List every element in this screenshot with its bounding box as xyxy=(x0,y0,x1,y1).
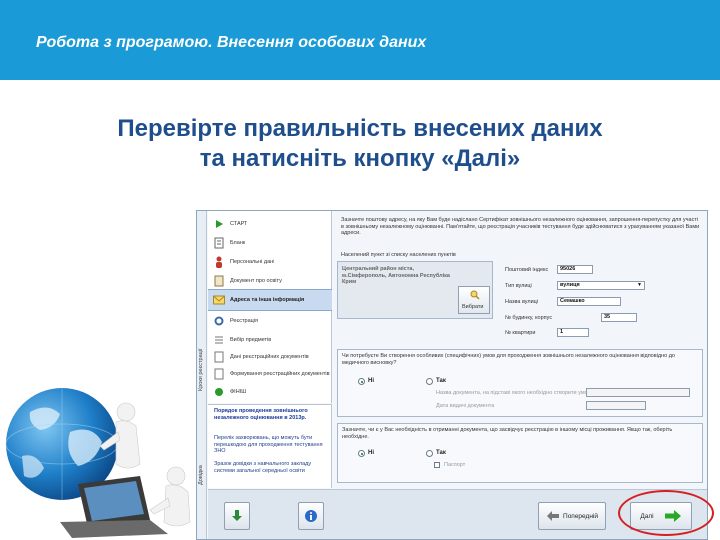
envelope-icon xyxy=(212,293,226,307)
settlement-select-label: Населений пункт зі списку населених пунк… xyxy=(341,252,456,258)
gear-icon xyxy=(212,314,226,328)
slide-header: Робота з програмою. Внесення особових да… xyxy=(0,0,720,80)
nav-item-label: СТАРТ xyxy=(230,220,248,227)
vertical-strip: Кроки реєстрації Довідка xyxy=(197,211,207,539)
passport-checkbox[interactable] xyxy=(434,462,440,468)
document-icon xyxy=(212,274,226,288)
finish-icon xyxy=(212,385,226,399)
vertical-label-steps: Кроки реєстрації xyxy=(198,348,204,391)
nav-item-label: Бланк xyxy=(230,239,246,246)
residence-yes-radio[interactable] xyxy=(426,450,433,457)
chevron-down-icon: ▼ xyxy=(637,282,642,288)
main-form: Зазначте поштову адресу, на яку Вам буде… xyxy=(333,211,707,489)
residence-yes-label: Так xyxy=(436,450,446,456)
street-type-select[interactable]: вулиця ▼ xyxy=(557,281,645,290)
list-icon xyxy=(212,333,226,347)
globe-people-illustration xyxy=(5,388,191,538)
special-conditions-yes-radio[interactable] xyxy=(426,378,433,385)
registration-app-window: Кроки реєстрації Довідка СТАРТ Бланк Пер… xyxy=(196,210,708,540)
download-icon xyxy=(232,510,242,521)
nav-item-label: Персональні дані xyxy=(230,258,275,265)
slide-title: Робота з програмою. Внесення особових да… xyxy=(36,34,427,51)
special-conditions-question: Чи потребуєте Ви створення особливих (сп… xyxy=(342,353,675,366)
choose-settlement-button[interactable]: Вибрати xyxy=(458,286,490,314)
choose-button-label: Вибрати xyxy=(462,304,484,310)
residence-no-radio[interactable] xyxy=(358,450,365,457)
special-conditions-no-label: Ні xyxy=(368,378,374,384)
info-link-diseases[interactable]: Перелік захворювань, що можуть бути пере… xyxy=(214,435,328,455)
page-icon xyxy=(212,350,226,364)
back-button[interactable]: Попередній xyxy=(538,502,606,530)
doc-date-label: Дата видачі документа xyxy=(436,403,495,409)
nav-item-address[interactable]: Адреса та інша інформація xyxy=(208,289,332,311)
apartment-label: № квартири xyxy=(505,330,536,336)
residence-section: Зазначте, чи є у Вас необхідність в отри… xyxy=(337,423,703,483)
search-icon xyxy=(470,290,480,300)
nav-item-label: Формування реєстраційних документів xyxy=(230,370,330,377)
residence-no-label: Ні xyxy=(368,450,374,456)
postal-code-field[interactable]: 95026 xyxy=(557,265,593,274)
instruction-text: Перевірте правильність внесених даних та… xyxy=(40,114,680,174)
instruction-line-2: та натисніть кнопку «Далі» xyxy=(199,145,521,172)
street-type-value: вулиця xyxy=(560,282,580,288)
back-button-label: Попередній xyxy=(563,512,598,520)
special-conditions-no-radio[interactable] xyxy=(358,378,365,385)
special-conditions-yes-label: Так xyxy=(436,378,446,384)
house-number-label: № будинку, корпус xyxy=(505,315,553,321)
vertical-label-help: Довідка xyxy=(198,465,204,485)
settlement-box: Центральний район міста, м.Сімферополь, … xyxy=(337,261,493,319)
nav-item-label: Дані реєстраційних документів xyxy=(230,353,309,360)
next-button-highlight xyxy=(618,490,714,536)
apartment-field[interactable]: 1 xyxy=(557,328,589,337)
info-panel: Порядок проведення зовнішнього незалежно… xyxy=(208,404,332,488)
settlement-value: Центральний район міста, м.Сімферополь, … xyxy=(342,266,450,285)
doc-date-field[interactable] xyxy=(586,401,646,410)
nav-item-label: Вибір предметів xyxy=(230,336,272,343)
info-link-procedure[interactable]: Порядок проведення зовнішнього незалежно… xyxy=(214,408,328,421)
play-icon xyxy=(212,217,226,231)
form-icon xyxy=(212,236,226,250)
nav-item-label: Адреса та інша інформація xyxy=(230,296,305,303)
street-name-label: Назва вулиці xyxy=(505,299,539,305)
doc-name-label: Назва документа, на підставі якого необх… xyxy=(436,390,594,396)
nav-item-label: ФІНІШ xyxy=(230,388,247,395)
nav-item-finish[interactable]: ФІНІШ xyxy=(208,381,332,403)
instruction-line-1: Перевірте правильність внесених даних xyxy=(117,115,603,142)
nav-item-label: Документ про освіту xyxy=(230,277,282,284)
street-name-field[interactable]: Семашко xyxy=(557,297,621,306)
nav-item-label: Реєстрація xyxy=(230,317,259,324)
house-number-field[interactable]: 35 xyxy=(601,313,637,322)
residence-question: Зазначте, чи є у Вас необхідність в отри… xyxy=(342,427,673,440)
steps-nav: СТАРТ Бланк Персональні дані Документ пр… xyxy=(208,211,332,403)
download-button[interactable] xyxy=(224,502,250,530)
arrow-left-icon xyxy=(547,511,560,521)
info-button[interactable] xyxy=(298,502,324,530)
passport-checkbox-label: Паспорт xyxy=(444,462,466,468)
info-icon xyxy=(305,510,317,522)
page-icon xyxy=(212,367,226,381)
street-type-label: Тип вулиці xyxy=(505,283,532,289)
special-conditions-section: Чи потребуєте Ви створення особливих (сп… xyxy=(337,349,703,417)
person-icon xyxy=(212,255,226,269)
address-intro: Зазначте поштову адресу, на яку Вам буде… xyxy=(341,217,700,236)
doc-name-field[interactable] xyxy=(586,388,690,397)
info-link-certificate-sample[interactable]: Зразок довідки з навчального закладу сис… xyxy=(214,461,328,474)
postal-code-label: Поштовий індекс xyxy=(505,267,549,273)
